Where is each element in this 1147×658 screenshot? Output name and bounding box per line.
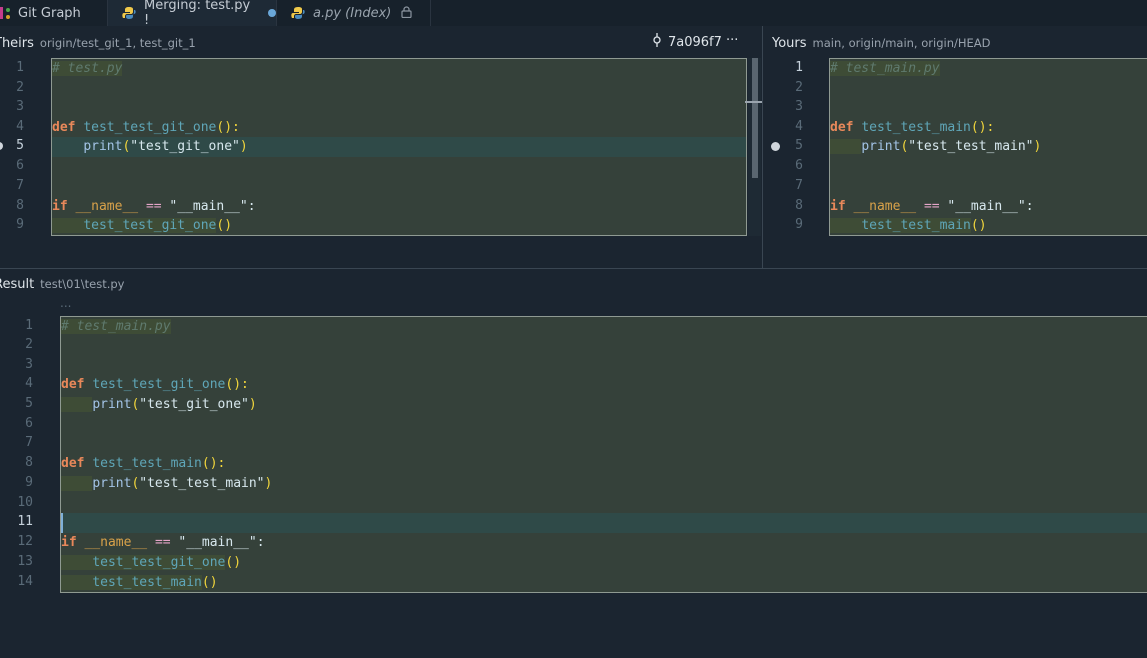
theirs-branches: origin/test_git_1, test_git_1 <box>39 36 196 50</box>
text-cursor <box>61 513 63 533</box>
line-number: 6 <box>25 416 33 431</box>
code-line: print("test_test_main") <box>61 474 272 494</box>
line-number: 7 <box>16 178 24 193</box>
code-line: if __name__ == "__main__": <box>52 199 256 214</box>
commit-ref[interactable]: 7a096f7 <box>652 33 722 51</box>
folded-region-indicator[interactable]: ... <box>60 296 71 310</box>
result-editor[interactable]: 1 2 3 4 5 6 7 8 9 10 11 12 13 14 # test_… <box>0 316 1147 594</box>
git-commit-icon <box>652 33 662 51</box>
line-number: 2 <box>16 80 24 95</box>
line-number: 6 <box>16 158 24 173</box>
result-file-path: test\01\test.py <box>40 277 125 291</box>
code-line: if __name__ == "__main__": <box>830 199 1034 214</box>
theirs-pane-header: Theirs origin/test_git_1, test_git_1 7a0… <box>0 27 754 59</box>
python-icon <box>291 6 305 20</box>
code-line: if __name__ == "__main__": <box>61 535 265 550</box>
breakpoint-dot-icon[interactable] <box>771 142 780 151</box>
line-number: 4 <box>25 376 33 391</box>
more-actions-button[interactable]: ··· <box>726 33 738 48</box>
tab-a-py-index[interactable]: a.py (Index) <box>277 0 431 26</box>
code-line: print("test_git_one") <box>61 395 257 415</box>
code-line: print("test_git_one") <box>83 139 248 154</box>
line-number: 6 <box>795 158 803 173</box>
line-number: 4 <box>795 119 803 134</box>
theirs-editor[interactable]: 1 2 3 4 5 6 7 8 9 # test.py def test_tes… <box>0 58 762 238</box>
code-line: def test_test_git_one(): <box>61 377 249 392</box>
yours-branches: main, origin/main, origin/HEAD <box>812 36 991 50</box>
result-pane-header: Result test\01\test.py <box>0 268 694 300</box>
code-line: test_test_git_one() <box>52 216 232 236</box>
tab-label: Merging: test.py ! <box>144 0 251 28</box>
line-number: 14 <box>17 574 33 589</box>
line-number: 8 <box>16 198 24 213</box>
line-number: 9 <box>25 475 33 490</box>
yours-conflict-block: # test_main.py def test_test_main(): pri… <box>829 58 1147 236</box>
code-line: test_test_main() <box>830 216 987 236</box>
line-number: 9 <box>16 217 24 232</box>
tab-merging-test-py[interactable]: Merging: test.py ! <box>108 0 277 28</box>
line-number: 1 <box>25 318 33 333</box>
code-line: def test_test_git_one(): <box>52 120 240 135</box>
line-number: 9 <box>795 217 803 232</box>
modified-dot-icon <box>268 9 276 17</box>
line-number: 12 <box>17 534 33 549</box>
code-line: # test_main.py <box>830 61 940 76</box>
code-line: test_test_main() <box>61 573 218 593</box>
commit-hash: 7a096f7 <box>668 34 722 50</box>
yours-editor[interactable]: 1 2 3 4 5 6 7 8 9 # test_main.py def tes… <box>763 58 1147 238</box>
line-number: 8 <box>795 198 803 213</box>
line-number: 1 <box>16 60 24 75</box>
line-number: 3 <box>25 357 33 372</box>
code-line: # test.py <box>52 61 123 76</box>
line-number: 11 <box>17 514 33 529</box>
line-number: 2 <box>795 80 803 95</box>
line-number: 10 <box>17 495 33 510</box>
line-number: 5 <box>16 138 24 153</box>
tab-label: a.py (Index) <box>313 5 392 21</box>
current-line-highlight <box>61 513 1147 533</box>
editor-tab-bar: Git Graph Merging: test.py ! a.py (Index… <box>0 0 1147 28</box>
result-title: Result <box>0 276 35 292</box>
line-number: 7 <box>25 435 33 450</box>
code-line: print("test_test_main") <box>830 137 1041 157</box>
line-number: 5 <box>25 396 33 411</box>
line-number: 1 <box>795 60 803 75</box>
yours-title: Yours <box>772 35 807 51</box>
pane-divider-vertical[interactable] <box>762 26 763 268</box>
python-icon <box>122 6 136 20</box>
theirs-scroll-thumb[interactable] <box>752 58 758 178</box>
line-number: 8 <box>25 455 33 470</box>
line-number: 3 <box>16 99 24 114</box>
line-number: 3 <box>795 99 803 114</box>
code-line: def test_test_main(): <box>830 120 995 135</box>
theirs-title: Theirs <box>0 35 34 51</box>
yours-pane-header: Yours main, origin/main, origin/HEAD <box>772 27 1147 59</box>
code-line: test_test_git_one() <box>61 553 241 573</box>
line-number: 2 <box>25 337 33 352</box>
line-number: 4 <box>16 119 24 134</box>
git-graph-icon <box>0 6 14 20</box>
scroll-position-marker <box>745 101 763 103</box>
theirs-conflict-block: # test.py def test_test_git_one(): print… <box>51 58 747 236</box>
lock-icon <box>401 5 412 21</box>
tab-git-graph[interactable]: Git Graph <box>0 0 108 26</box>
code-line: # test_main.py <box>61 319 171 334</box>
line-number: 7 <box>795 178 803 193</box>
result-merged-block: # test_main.py def test_test_git_one(): … <box>60 316 1147 593</box>
line-number: 13 <box>17 554 33 569</box>
tab-label: Git Graph <box>18 5 81 21</box>
code-line: def test_test_main(): <box>61 456 226 471</box>
